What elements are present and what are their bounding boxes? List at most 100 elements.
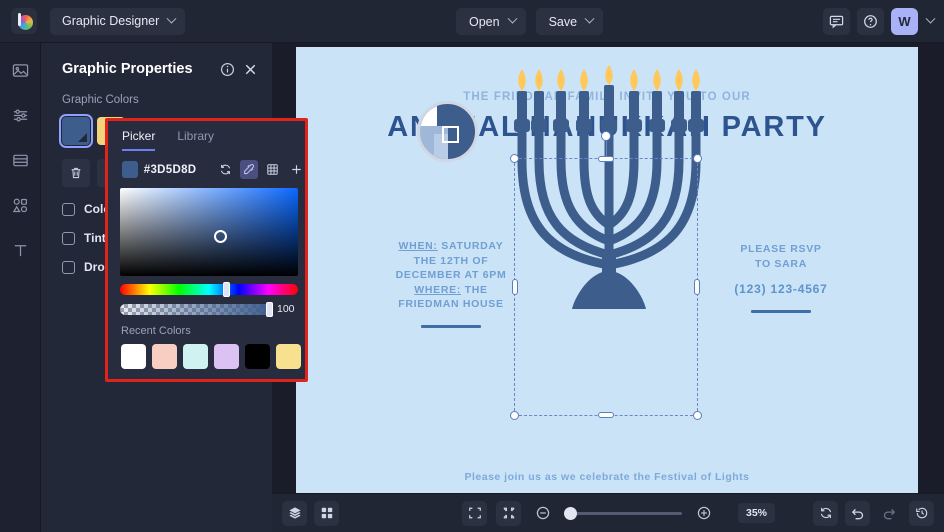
hue-slider[interactable] (120, 282, 298, 297)
eyedropper-icon[interactable] (240, 160, 258, 179)
graphic-colors-label: Graphic Colors (62, 94, 139, 106)
saturation-value-field[interactable] (120, 188, 298, 276)
alpha-value: 100 (277, 303, 295, 315)
invite-details-left[interactable]: WHEN: SATURDAY THE 12TH OF DECEMBER AT 6… (366, 239, 536, 328)
recent-color-0[interactable] (121, 344, 146, 369)
layers-panel-icon[interactable] (7, 147, 34, 174)
zoom-controls: 35% (462, 500, 776, 526)
hue-slider-handle[interactable] (223, 282, 230, 297)
rsvp-line-2: TO SARA (755, 257, 807, 270)
swatch-corner-marker (78, 133, 87, 142)
document-name-dropdown[interactable]: Graphic Designer (50, 7, 186, 35)
image-icon[interactable] (7, 57, 34, 84)
grid-view-icon[interactable] (314, 500, 339, 526)
open-label: Open (469, 14, 500, 29)
recent-color-5[interactable] (276, 344, 301, 369)
history-icon[interactable] (909, 500, 934, 526)
top-right-actions: W (823, 8, 936, 35)
close-icon[interactable] (243, 62, 258, 77)
when-value: SATURDAY (437, 240, 504, 252)
drop-shadow-checkbox[interactable] (62, 260, 75, 274)
undo-icon[interactable] (845, 500, 870, 526)
zoom-slider[interactable] (564, 506, 682, 520)
chevron-down-icon[interactable] (925, 13, 936, 24)
document-name-label: Graphic Designer (62, 14, 160, 28)
left-tool-rail (0, 43, 41, 532)
sv-selector-handle[interactable] (214, 230, 227, 243)
tint-label: Tint (84, 231, 106, 245)
rsvp-phone: (123) 123-4567 (734, 282, 828, 296)
logo-bar (18, 13, 21, 26)
canvas-stage[interactable]: THE FRIEDMAN FAMILY INVITE YOU TO OUR AN… (272, 43, 944, 532)
fit-to-screen-icon[interactable] (462, 500, 487, 526)
current-color-chip (122, 161, 138, 178)
recent-color-1[interactable] (152, 344, 177, 369)
info-icon[interactable] (220, 62, 235, 77)
eyedropper-loupe[interactable] (417, 101, 478, 162)
recent-color-4[interactable] (245, 344, 270, 369)
chevron-down-icon (584, 13, 595, 24)
top-toolbar: Graphic Designer Open Save W (0, 0, 944, 43)
when-line: WHEN: SATURDAY (366, 239, 536, 254)
zoom-level-value[interactable]: 35% (738, 503, 776, 523)
app-root: Graphic Designer Open Save W Graphic Pro… (0, 0, 944, 532)
where-label: WHERE: (414, 283, 462, 296)
when-label: WHEN: (398, 240, 438, 252)
alpha-slider-handle[interactable] (266, 301, 273, 317)
hex-value-input[interactable]: #3D5D8D (144, 164, 211, 176)
tab-library[interactable]: Library (177, 129, 214, 151)
when-line-2: THE 12TH OF (413, 254, 489, 267)
comment-icon[interactable] (823, 8, 850, 35)
recent-colors-label: Recent Colors (121, 325, 191, 337)
alpha-slider[interactable] (120, 301, 273, 317)
avatar[interactable]: W (891, 8, 918, 35)
chevron-down-icon (166, 13, 177, 24)
invite-footer-text[interactable]: Please join us as we celebrate the Festi… (296, 471, 918, 483)
history-controls (813, 500, 934, 526)
page-title: Graphic Properties (62, 61, 193, 77)
top-actions: Open Save (456, 8, 604, 35)
bottom-toolbar: 35% (272, 493, 944, 532)
bottom-left-tools (282, 500, 339, 526)
reset-icon[interactable] (813, 500, 838, 526)
open-button[interactable]: Open (456, 8, 526, 35)
zoom-slider-handle[interactable] (564, 506, 577, 520)
design-canvas[interactable]: THE FRIEDMAN FAMILY INVITE YOU TO OUR AN… (296, 47, 918, 495)
save-button[interactable]: Save (535, 8, 604, 35)
menorah-graphic[interactable] (514, 65, 704, 320)
shapes-icon[interactable] (7, 192, 34, 219)
refresh-icon[interactable] (217, 160, 235, 179)
chevron-down-icon (507, 13, 518, 24)
recent-color-2[interactable] (183, 344, 208, 369)
color-overlay-checkbox[interactable] (62, 202, 75, 216)
properties-header: Graphic Properties (41, 43, 272, 77)
hex-input-row: #3D5D8D (108, 151, 305, 179)
adjustments-icon[interactable] (7, 102, 34, 129)
brand-logo-icon[interactable] (11, 8, 37, 34)
layers-icon[interactable] (282, 500, 307, 526)
zoom-out-icon[interactable] (530, 501, 555, 526)
palette-grid-icon[interactable] (264, 160, 282, 179)
invite-details-right[interactable]: PLEASE RSVP TO SARA (123) 123-4567 (696, 242, 866, 313)
tint-checkbox[interactable] (62, 231, 75, 245)
help-circle-icon[interactable] (857, 8, 884, 35)
tab-picker[interactable]: Picker (122, 129, 156, 151)
recent-color-3[interactable] (214, 344, 239, 369)
where-line: WHERE: THE (366, 283, 536, 298)
zoom-fit-icon[interactable] (496, 500, 521, 526)
redo-icon[interactable] (877, 501, 902, 526)
alpha-row: 100 (120, 301, 305, 317)
when-line-3: DECEMBER AT 6PM (395, 269, 507, 281)
save-label: Save (548, 14, 578, 29)
divider-right (751, 309, 811, 313)
where-line-2: FRIEDMAN HOUSE (398, 298, 504, 310)
graphic-color-swatch-blue[interactable] (59, 114, 93, 148)
text-tool-icon[interactable] (7, 237, 34, 264)
color-picker-popover: Picker Library #3D5D8D 100 Recent Colors (105, 118, 308, 382)
loupe-target-square (442, 126, 459, 143)
zoom-in-icon[interactable] (691, 501, 716, 526)
plus-icon[interactable] (287, 160, 305, 179)
color-picker-tabs: Picker Library (108, 121, 305, 151)
trash-icon[interactable] (62, 159, 90, 187)
divider-left (421, 324, 481, 328)
